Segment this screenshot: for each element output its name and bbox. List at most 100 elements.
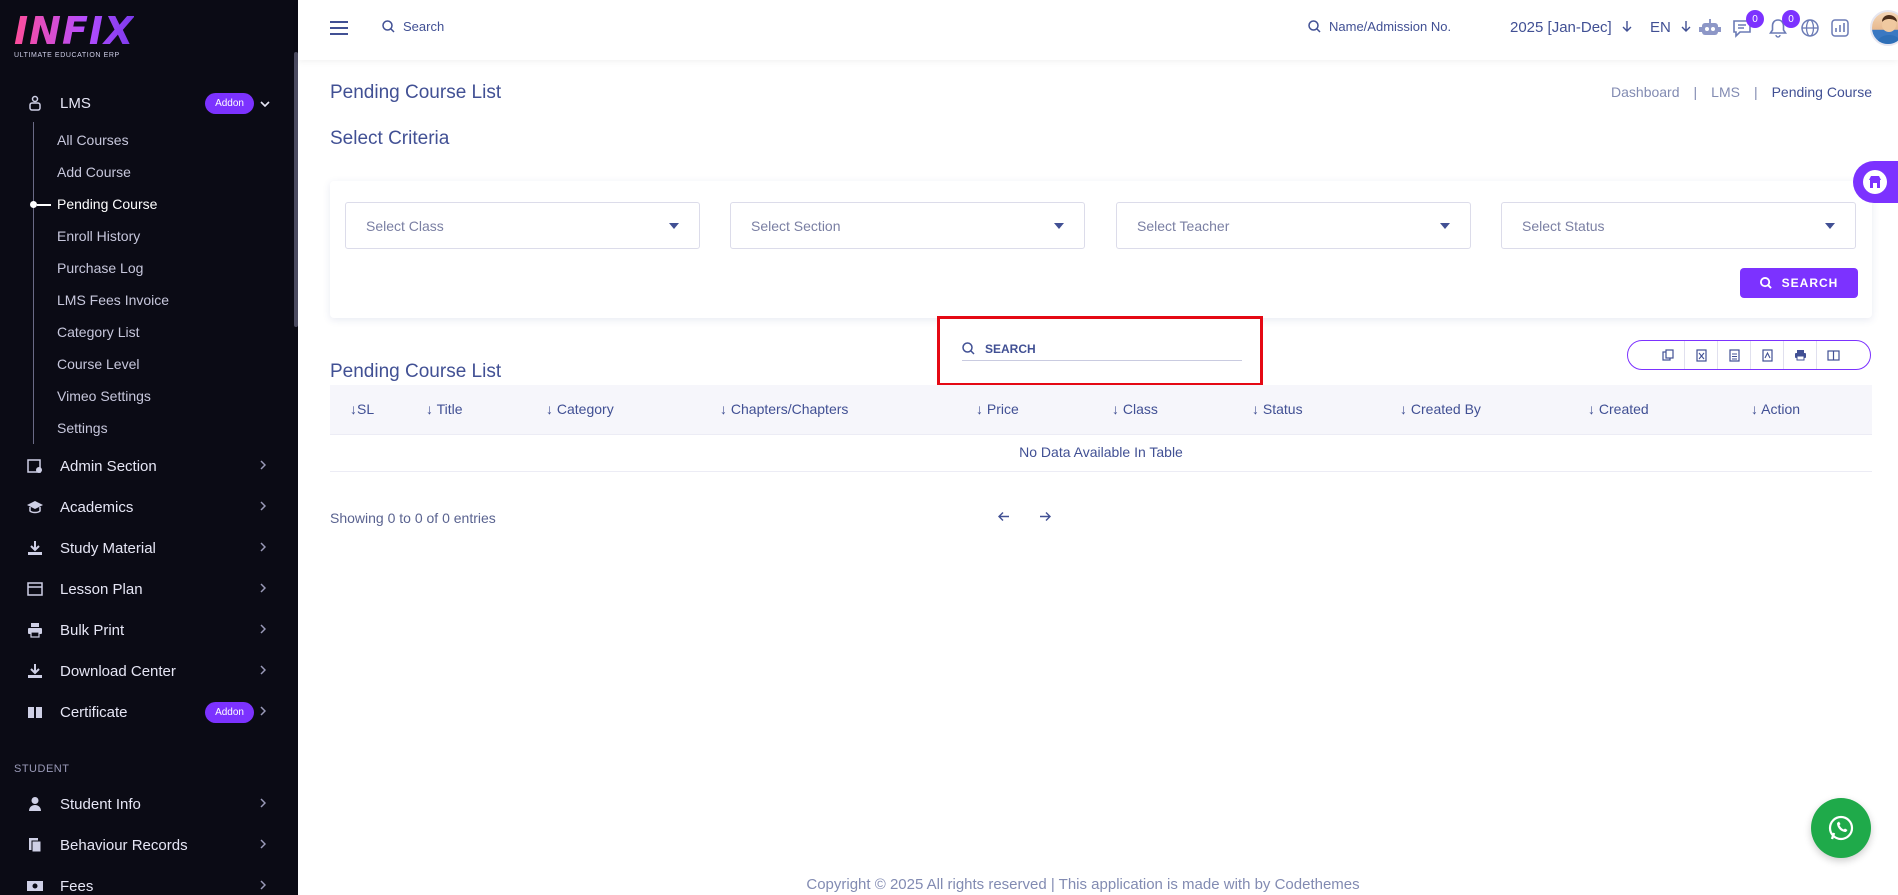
chat-icon[interactable]: 0 <box>1730 10 1764 40</box>
submenu-category-list[interactable]: Category List <box>57 324 139 340</box>
breadcrumb-lms[interactable]: LMS <box>1711 84 1740 100</box>
student-search[interactable]: Name/Admission No. <box>1308 19 1451 34</box>
submenu-lms-fees-invoice[interactable]: LMS Fees Invoice <box>57 292 169 308</box>
sidebar-item-lms[interactable]: LMS Addon <box>0 85 298 121</box>
sidebar-item-admin-section[interactable]: Admin Section <box>0 448 298 484</box>
column-label: Created <box>1598 401 1649 417</box>
addon-badge: Addon <box>205 701 254 723</box>
sidebar-item-label: Lesson Plan <box>60 580 143 598</box>
chevron-right-icon <box>260 582 274 596</box>
globe-icon[interactable] <box>1798 16 1822 40</box>
menu-search[interactable]: Search <box>382 19 444 34</box>
select-class-value: Select Class <box>366 217 444 234</box>
logo-tagline: ULTIMATE EDUCATION ERP <box>14 52 120 59</box>
submenu-vimeo-settings[interactable]: Vimeo Settings <box>57 388 151 404</box>
excel-icon[interactable] <box>1685 341 1718 369</box>
chevron-right-icon <box>260 879 274 893</box>
column-chapters[interactable]: ↓ Chapters/Chapters <box>720 401 848 417</box>
chevron-right-icon <box>260 623 274 637</box>
sidebar-item-bulk-print[interactable]: Bulk Print <box>0 612 298 648</box>
csv-icon[interactable] <box>1718 341 1751 369</box>
caret-down-icon <box>1825 222 1835 229</box>
bell-icon[interactable]: 0 <box>1766 10 1800 40</box>
whatsapp-button[interactable] <box>1811 798 1871 858</box>
submenu-pending-course[interactable]: Pending Course <box>57 196 157 212</box>
select-teacher[interactable]: Select Teacher <box>1116 202 1471 249</box>
breadcrumb: Dashboard | LMS | Pending Course <box>1611 84 1872 100</box>
sidebar-item-certificate[interactable]: Certificate Addon <box>0 694 298 730</box>
logo[interactable]: INFIX ULTIMATE EDUCATION ERP <box>14 12 134 59</box>
column-category[interactable]: ↓ Category <box>546 401 614 417</box>
table-search-placeholder: SEARCH <box>985 341 1036 356</box>
menu-toggle-icon[interactable] <box>330 21 348 35</box>
money-icon <box>26 877 44 895</box>
printer-icon[interactable] <box>1784 341 1817 369</box>
column-label: Class <box>1122 401 1158 417</box>
sidebar-item-academics[interactable]: Academics <box>0 489 298 525</box>
column-label: Price <box>986 401 1019 417</box>
column-status[interactable]: ↓ Status <box>1252 401 1303 417</box>
column-action[interactable]: ↓ Action <box>1751 401 1800 417</box>
arrow-down-icon <box>1681 21 1691 32</box>
chevron-down-icon <box>260 96 274 110</box>
column-label: Action <box>1761 401 1801 417</box>
robot-icon[interactable] <box>1698 16 1722 40</box>
logo-text: INFIX <box>14 9 135 53</box>
column-class[interactable]: ↓ Class <box>1112 401 1158 417</box>
sidebar-item-lesson-plan[interactable]: Lesson Plan <box>0 571 298 607</box>
select-class[interactable]: Select Class <box>345 202 700 249</box>
sidebar-section-student: STUDENT <box>14 763 70 775</box>
active-indicator <box>30 201 37 208</box>
sidebar-item-label: Academics <box>60 498 134 516</box>
sidebar-item-student-info[interactable]: Student Info <box>0 786 298 822</box>
select-section[interactable]: Select Section <box>730 202 1085 249</box>
chart-icon[interactable] <box>1828 16 1852 40</box>
sidebar-item-label: Certificate <box>60 703 128 721</box>
avatar[interactable] <box>1870 10 1898 46</box>
column-title[interactable]: ↓ Title <box>426 401 463 417</box>
search-icon <box>962 342 975 355</box>
submenu-purchase-log[interactable]: Purchase Log <box>57 260 143 276</box>
column-label: Chapters/Chapters <box>730 401 849 417</box>
floating-side-button[interactable] <box>1853 161 1898 203</box>
academic-year-select[interactable]: 2025 [Jan-Dec] <box>1510 19 1632 36</box>
sidebar-item-label: Behaviour Records <box>60 836 188 854</box>
submenu-all-courses[interactable]: All Courses <box>57 132 129 148</box>
search-button[interactable]: SEARCH <box>1740 268 1858 298</box>
columns-icon[interactable] <box>1817 341 1850 369</box>
submenu-settings[interactable]: Settings <box>57 420 108 436</box>
select-teacher-value: Select Teacher <box>1137 217 1230 234</box>
column-sl[interactable]: ↓SL <box>350 401 374 417</box>
submenu-course-level[interactable]: Course Level <box>57 356 140 372</box>
column-created-by[interactable]: ↓ Created By <box>1400 401 1481 417</box>
select-status[interactable]: Select Status <box>1501 202 1856 249</box>
chevron-right-icon <box>260 459 274 473</box>
sidebar-item-behaviour-records[interactable]: Behaviour Records <box>0 827 298 863</box>
copy-icon[interactable] <box>1652 341 1685 369</box>
chat-badge: 0 <box>1746 10 1764 28</box>
sidebar-item-label: Fees <box>60 877 94 895</box>
sidebar-item-download-center[interactable]: Download Center <box>0 653 298 689</box>
breadcrumb-dashboard[interactable]: Dashboard <box>1611 84 1680 100</box>
pdf-icon[interactable] <box>1751 341 1784 369</box>
select-section-value: Select Section <box>751 217 841 234</box>
column-created[interactable]: ↓ Created <box>1588 401 1649 417</box>
column-label: Title <box>436 401 463 417</box>
empty-table-message: No Data Available In Table <box>330 436 1872 472</box>
sidebar-item-label: Student Info <box>60 795 141 813</box>
search-button-label: SEARCH <box>1781 276 1839 290</box>
submenu-add-course[interactable]: Add Course <box>57 164 131 180</box>
column-price[interactable]: ↓ Price <box>976 401 1019 417</box>
next-page-icon[interactable] <box>1035 506 1055 526</box>
submenu-enroll-history[interactable]: Enroll History <box>57 228 140 244</box>
chevron-right-icon <box>260 500 274 514</box>
sidebar-item-fees[interactable]: Fees <box>0 868 298 895</box>
sidebar-item-study-material[interactable]: Study Material <box>0 530 298 566</box>
search-icon <box>1308 20 1321 33</box>
previous-page-icon[interactable] <box>993 506 1013 526</box>
search-icon <box>382 20 395 33</box>
select-status-value: Select Status <box>1522 217 1605 234</box>
language-select[interactable]: EN <box>1650 19 1691 36</box>
lms-icon <box>26 94 44 112</box>
table-search-input[interactable]: SEARCH <box>962 337 1242 361</box>
